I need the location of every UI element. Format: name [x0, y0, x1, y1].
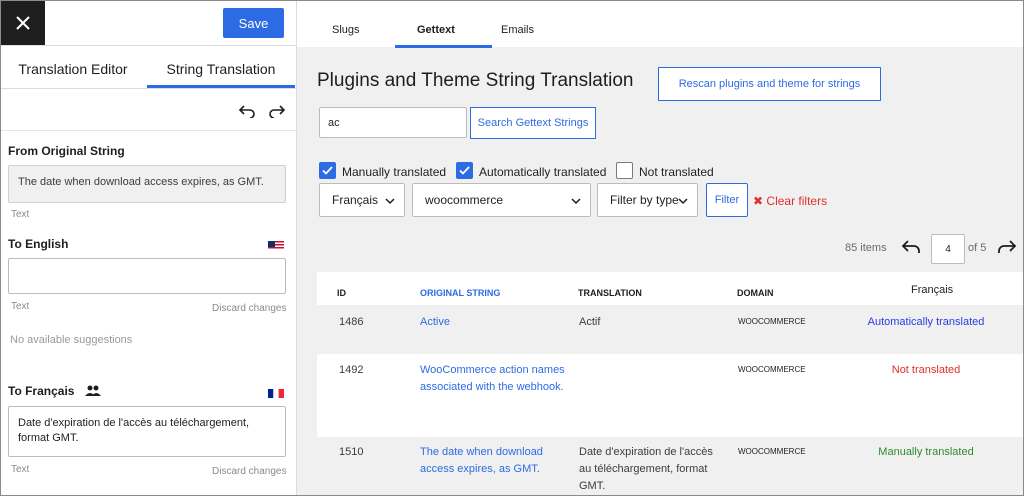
- text-type-label: Text: [11, 464, 30, 475]
- column-header-translation[interactable]: TRANSLATION: [578, 288, 642, 298]
- clear-filters-label: Clear filters: [766, 194, 828, 208]
- not-translated-label: Not translated: [639, 165, 714, 179]
- checkmark-icon: [322, 166, 333, 175]
- cell-id: 1486: [339, 316, 364, 328]
- page-title: Plugins and Theme String Translation: [317, 70, 634, 91]
- french-translation-field[interactable]: Date d'expiration de l'accès au téléchar…: [8, 406, 286, 457]
- undo-icon: [238, 105, 255, 118]
- not-translated-checkbox[interactable]: [616, 162, 633, 179]
- from-original-label: From Original String: [8, 144, 125, 158]
- automatically-translated-checkbox[interactable]: [456, 162, 473, 179]
- undo-button[interactable]: [237, 102, 257, 120]
- domain-select-value: woocommerce: [425, 193, 504, 207]
- search-input[interactable]: [319, 107, 467, 138]
- left-panel: Save Translation Editor String Translati…: [1, 1, 297, 495]
- chevron-down-icon: [385, 198, 395, 205]
- column-header-language: Français: [911, 284, 954, 296]
- status-badge: Automatically translated: [867, 316, 985, 328]
- cell-original[interactable]: The date when download access expires, a…: [420, 444, 555, 478]
- active-tab-indicator: [395, 45, 492, 48]
- language-select[interactable]: Français: [319, 183, 405, 217]
- type-select[interactable]: Filter by type: [597, 183, 698, 217]
- chevron-down-icon: [571, 198, 581, 205]
- no-suggestions-text: No available suggestions: [10, 334, 133, 346]
- type-select-value: Filter by type: [610, 193, 679, 207]
- redo-icon: [269, 105, 286, 118]
- clear-filters-link[interactable]: ✖ Clear filters: [753, 194, 827, 208]
- search-gettext-button[interactable]: Search Gettext Strings: [470, 107, 596, 139]
- automatically-translated-label: Automatically translated: [479, 165, 607, 179]
- english-translation-field[interactable]: [8, 258, 286, 294]
- cell-id: 1510: [339, 446, 364, 458]
- next-page-icon[interactable]: [997, 237, 1017, 257]
- column-header-domain[interactable]: DOMAIN: [737, 288, 774, 298]
- language-select-value: Français: [332, 193, 379, 207]
- cell-original[interactable]: WooCommerce action names associated with…: [420, 362, 568, 396]
- save-button[interactable]: Save: [223, 8, 284, 38]
- top-tabs-bar: Slugs Gettext Emails: [297, 1, 1023, 48]
- page-number-input[interactable]: [931, 234, 965, 264]
- checkmark-icon: [459, 166, 470, 175]
- manually-translated-checkbox[interactable]: [319, 162, 336, 179]
- divider: [1, 88, 297, 89]
- discard-changes-link[interactable]: Discard changes: [212, 466, 286, 477]
- status-badge: Manually translated: [878, 446, 974, 458]
- cell-domain: WOOCOMMERCE: [738, 447, 806, 456]
- cell-translation: Date d'expiration de l'accès au téléchar…: [579, 446, 713, 492]
- chevron-down-icon: [678, 198, 688, 205]
- column-header-original[interactable]: ORIGINAL STRING: [420, 288, 500, 298]
- discard-changes-link[interactable]: Discard changes: [212, 303, 286, 314]
- text-type-label: Text: [11, 209, 30, 220]
- manually-translated-label: Manually translated: [342, 165, 447, 179]
- tab-slugs[interactable]: Slugs: [332, 24, 360, 36]
- tab-translation-editor[interactable]: Translation Editor: [9, 61, 137, 89]
- table-row[interactable]: 1510 The date when download access expir…: [317, 437, 1023, 495]
- domain-select[interactable]: woocommerce: [412, 183, 591, 217]
- rescan-button[interactable]: Rescan plugins and theme for strings: [658, 67, 881, 101]
- cell-original[interactable]: Active: [420, 314, 568, 331]
- close-button[interactable]: [1, 1, 45, 45]
- strings-table: ID ORIGINAL STRING TRANSLATION DOMAIN Fr…: [317, 272, 1023, 495]
- close-icon: [16, 16, 30, 30]
- original-string-box: The date when download access expires, a…: [8, 165, 286, 203]
- page-total: of 5: [968, 242, 987, 254]
- to-french-label: To Français: [8, 384, 75, 398]
- status-badge: Not translated: [891, 364, 961, 376]
- tab-emails[interactable]: Emails: [501, 24, 534, 36]
- cell-domain: WOOCOMMERCE: [738, 317, 806, 326]
- to-english-label: To English: [8, 237, 69, 251]
- table-row[interactable]: 1492 WooCommerce action names associated…: [317, 354, 1023, 437]
- clear-icon: ✖: [753, 194, 764, 208]
- redo-button[interactable]: [267, 102, 287, 120]
- app-frame: Save Translation Editor String Translati…: [0, 0, 1024, 496]
- cell-id: 1492: [339, 364, 364, 376]
- filter-button[interactable]: Filter: [706, 183, 748, 217]
- users-icon: [85, 384, 101, 402]
- text-type-label: Text: [11, 301, 30, 312]
- undo-redo-group: [237, 102, 287, 120]
- column-header-id[interactable]: ID: [337, 288, 346, 298]
- fr-flag-icon: [268, 387, 284, 398]
- main-content: Slugs Gettext Emails Plugins and Theme S…: [297, 1, 1023, 495]
- tab-gettext[interactable]: Gettext: [417, 24, 455, 36]
- divider: [1, 45, 297, 46]
- items-count: 85 items: [845, 242, 887, 254]
- table-row[interactable]: 1486 Active Actif WOOCOMMERCE Automatica…: [317, 305, 1023, 354]
- previous-page-icon[interactable]: [901, 237, 921, 257]
- divider: [1, 130, 297, 131]
- us-flag-icon: [268, 239, 284, 250]
- cell-translation: Actif: [579, 316, 601, 328]
- table-header: ID ORIGINAL STRING TRANSLATION DOMAIN Fr…: [317, 272, 1023, 305]
- cell-domain: WOOCOMMERCE: [738, 365, 806, 374]
